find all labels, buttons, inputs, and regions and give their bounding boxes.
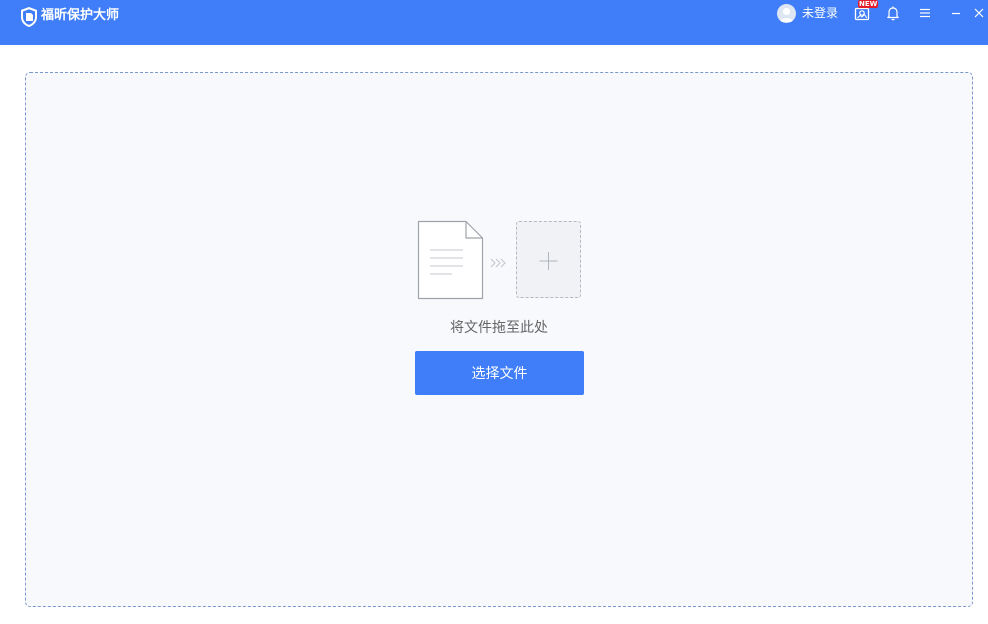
- bell-icon: [887, 6, 899, 21]
- double-chevron-right-icon: [490, 258, 506, 268]
- minimize-icon: [952, 12, 960, 15]
- drop-hint-text: 将文件拖至此处: [450, 320, 548, 336]
- file-drop-zone[interactable]: [25, 72, 973, 607]
- shield-icon: [21, 7, 37, 27]
- close-icon: [974, 8, 984, 18]
- select-file-button[interactable]: 选择文件: [415, 351, 584, 395]
- menu-button[interactable]: [916, 4, 934, 22]
- notification-button[interactable]: [884, 4, 902, 22]
- app-title: 福昕保护大师: [41, 8, 120, 23]
- menu-icon: [920, 8, 930, 18]
- add-file-slot[interactable]: [516, 221, 581, 298]
- login-status-label: 未登录: [802, 6, 839, 20]
- avatar-icon: [777, 3, 796, 23]
- minimize-button[interactable]: [947, 4, 965, 22]
- close-button[interactable]: [970, 4, 988, 22]
- login-button[interactable]: 未登录: [777, 3, 839, 23]
- new-badge: NEW: [858, 0, 879, 8]
- document-icon: [417, 220, 484, 300]
- title-bar: 福昕保护大师 未登录 NEW: [0, 0, 988, 45]
- plus-icon: [539, 252, 558, 270]
